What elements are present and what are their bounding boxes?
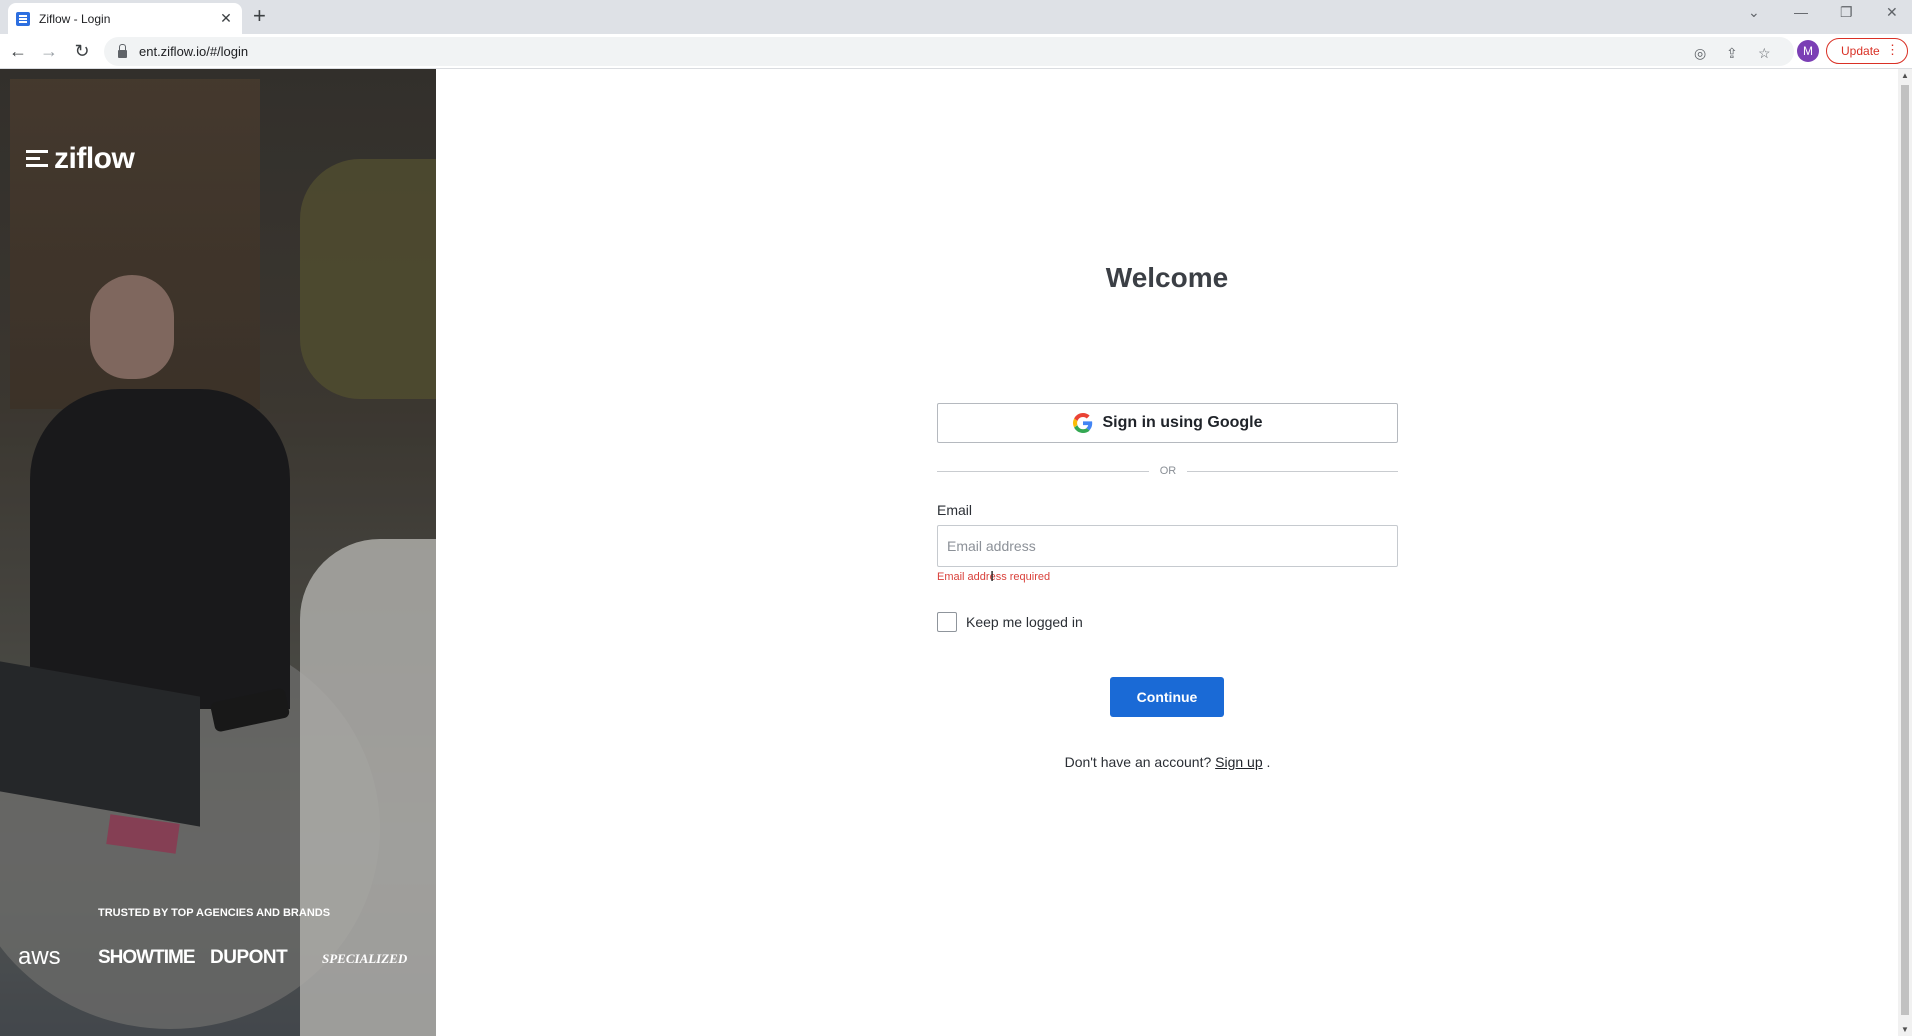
email-field[interactable] xyxy=(937,525,1398,567)
update-button[interactable]: Update ⋮ xyxy=(1826,38,1908,64)
kebab-menu-icon[interactable]: ⋮ xyxy=(1886,43,1899,57)
hero-panel: ziflow TRUSTED BY TOP AGENCIES AND BRAND… xyxy=(0,69,436,1036)
scroll-thumb[interactable] xyxy=(1901,85,1909,1015)
signup-suffix: . xyxy=(1266,754,1271,770)
google-signin-button[interactable]: Sign in using Google xyxy=(937,403,1398,443)
ziflow-logo: ziflow xyxy=(26,142,135,176)
dupont-logo: DUPONT xyxy=(210,947,288,968)
divider-or: OR xyxy=(1159,465,1177,477)
scroll-down-icon[interactable]: ▼ xyxy=(1898,1025,1912,1034)
minimize-icon[interactable]: — xyxy=(1794,4,1808,20)
trusted-label: TRUSTED BY TOP AGENCIES AND BRANDS xyxy=(98,907,331,919)
new-tab-button[interactable]: + xyxy=(253,5,266,27)
ziflow-logo-icon xyxy=(26,150,48,168)
mouse-cursor-icon: I xyxy=(990,568,995,585)
hero-overlay xyxy=(0,69,436,1036)
no-account-text: Don't have an account? xyxy=(1064,754,1212,770)
signup-prompt: Don't have an account? Sign up . xyxy=(937,754,1398,770)
address-bar[interactable]: ent.ziflow.io/#/login ◎ ⇪ ☆ xyxy=(104,37,1794,66)
forward-icon[interactable]: → xyxy=(37,40,61,62)
profile-avatar[interactable]: M xyxy=(1797,40,1819,62)
update-label: Update xyxy=(1841,44,1880,58)
browser-tab[interactable]: Ziflow - Login ✕ xyxy=(8,3,242,34)
aws-logo: aws xyxy=(18,943,61,970)
ziflow-favicon-icon xyxy=(16,11,30,26)
page-title: Welcome xyxy=(1105,262,1229,293)
star-icon[interactable]: ☆ xyxy=(1758,45,1771,62)
tab-close-icon[interactable]: ✕ xyxy=(218,10,234,27)
keep-logged-in-checkbox[interactable] xyxy=(937,612,957,632)
share-icon[interactable]: ⇪ xyxy=(1726,45,1738,62)
divider-right xyxy=(1187,471,1398,472)
eye-off-icon[interactable]: ◎ xyxy=(1694,45,1706,62)
google-icon xyxy=(1072,413,1092,433)
scroll-up-icon[interactable]: ▲ xyxy=(1898,71,1912,80)
reload-icon[interactable]: ↻ xyxy=(70,40,94,62)
google-signin-label: Sign in using Google xyxy=(1102,414,1263,431)
url-text[interactable]: ent.ziflow.io/#/login xyxy=(139,44,248,59)
lock-icon xyxy=(118,43,127,58)
showtime-logo: SHOWTIME xyxy=(98,947,195,968)
brand-name: ziflow xyxy=(54,142,135,175)
specialized-logo: SPECIALIZED xyxy=(322,951,408,966)
browser-toolbar: ← → ↻ ent.ziflow.io/#/login ◎ ⇪ ☆ xyxy=(0,34,1912,69)
restore-icon[interactable]: ❐ xyxy=(1840,4,1853,21)
browser-tabbar: Ziflow - Login ✕ + ⌄ — ❐ ✕ xyxy=(0,0,1912,34)
page-scrollbar[interactable]: ▲ ▼ xyxy=(1898,69,1912,1036)
signup-link[interactable]: Sign up xyxy=(1215,754,1262,770)
tab-search-icon[interactable]: ⌄ xyxy=(1748,4,1760,21)
continue-button[interactable]: Continue xyxy=(1110,677,1224,717)
divider-left xyxy=(937,471,1149,472)
tab-title: Ziflow - Login xyxy=(39,11,111,26)
brand-logos: aws SHOWTIME DUPONT SPECIALIZED xyxy=(18,939,418,979)
close-icon[interactable]: ✕ xyxy=(1886,4,1898,21)
back-icon[interactable]: ← xyxy=(6,40,30,62)
email-label: Email xyxy=(937,502,973,518)
keep-logged-in-label[interactable]: Keep me logged in xyxy=(966,614,1083,630)
